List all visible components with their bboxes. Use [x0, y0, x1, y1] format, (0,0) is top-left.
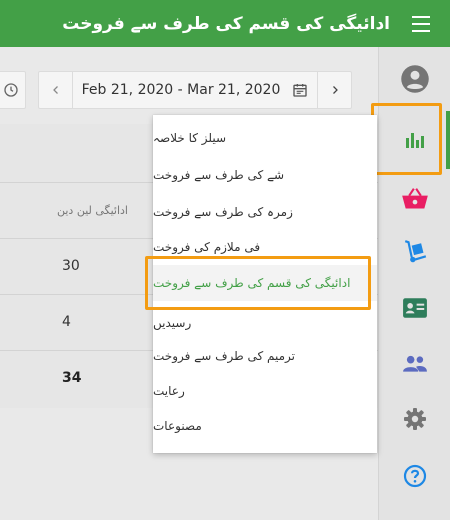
date-range-picker: Feb 21, 2020 - Mar 21, 2020: [38, 71, 352, 109]
people-icon: [403, 355, 427, 372]
account-button[interactable]: [379, 52, 450, 106]
nav-sales[interactable]: [379, 171, 450, 225]
app-bar: ادائیگی کی قسم کی طرف سے فروخت: [0, 0, 450, 47]
hamburger-icon[interactable]: [412, 13, 434, 35]
table-cell: 30: [62, 258, 80, 274]
bar-chart-icon: [406, 133, 424, 148]
help-icon: [403, 464, 427, 488]
chevron-right-icon: [332, 86, 338, 94]
table-cell: 4: [62, 314, 71, 330]
next-period-button[interactable]: [317, 72, 351, 108]
menu-item-sales-summary[interactable]: سیلز کا خلاصہ: [153, 120, 377, 156]
gear-icon: [404, 408, 426, 430]
nav-inventory[interactable]: [379, 225, 450, 279]
date-range-text: Feb 21, 2020 - Mar 21, 2020: [81, 82, 281, 98]
nav-reports[interactable]: [379, 113, 450, 167]
nav-customers[interactable]: [379, 337, 450, 391]
nav-employees[interactable]: [379, 281, 450, 335]
column-header-payment-transactions: ادائیگی لین دین: [56, 204, 128, 217]
previous-period-button[interactable]: [39, 72, 73, 108]
page-title: ادائیگی کی قسم کی طرف سے فروخت: [62, 14, 390, 34]
menu-item-discounts[interactable]: رعایت: [153, 373, 377, 409]
menu-item-sales-by-modifier[interactable]: ترمیم کی طرف سے فروخت: [153, 338, 377, 374]
reports-menu: سیلز کا خلاصہ شے کی طرف سے فروخت زمرہ کی…: [153, 115, 377, 453]
nav-help[interactable]: [379, 449, 450, 503]
chevron-left-icon: [52, 86, 58, 94]
menu-item-sales-by-category[interactable]: زمرہ کی طرف سے فروخت: [153, 194, 377, 230]
nav-settings[interactable]: [379, 392, 450, 446]
menu-item-sales-by-payment-type[interactable]: ادائیگی کی قسم کی طرف سے فروخت: [153, 265, 377, 301]
clock-icon: [4, 83, 18, 97]
hand-truck-icon: [404, 240, 427, 263]
badge-icon: [403, 298, 427, 318]
nav-rail: [378, 47, 450, 520]
time-filter-button[interactable]: [0, 71, 26, 109]
menu-item-receipts[interactable]: رسیدیں: [153, 305, 377, 341]
menu-item-sales-by-employee[interactable]: فی ملازم کی فروخت: [153, 229, 377, 265]
date-range-button[interactable]: Feb 21, 2020 - Mar 21, 2020: [73, 72, 317, 108]
basket-icon: [402, 188, 428, 209]
total-cell: 34: [62, 370, 82, 386]
calendar-icon: [293, 84, 308, 97]
menu-item-products[interactable]: مصنوعات: [153, 408, 377, 444]
menu-item-sales-by-item[interactable]: شے کی طرف سے فروخت: [153, 157, 377, 193]
account-circle-icon: [401, 65, 429, 93]
